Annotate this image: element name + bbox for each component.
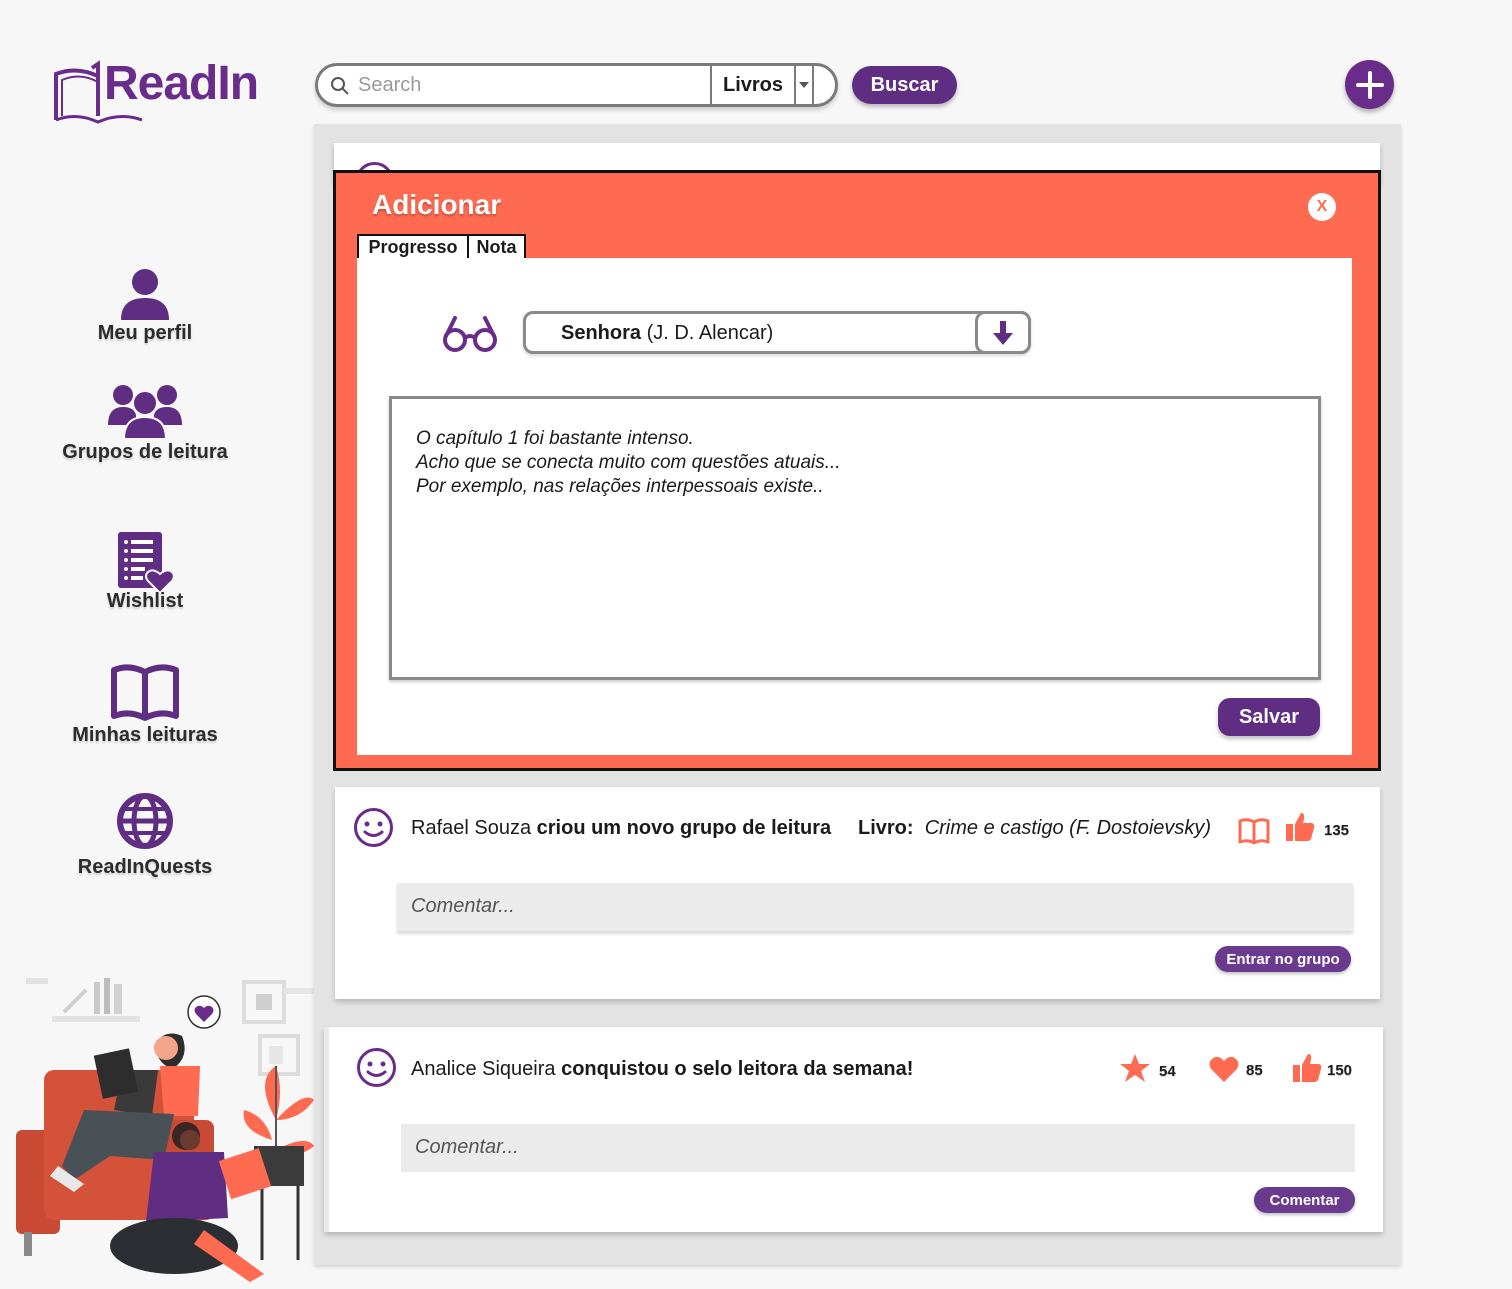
glasses-icon	[443, 316, 497, 352]
save-button[interactable]: Salvar	[1218, 698, 1320, 736]
star-icon[interactable]	[1119, 1053, 1151, 1083]
post-user[interactable]: Analice Siqueira	[411, 1058, 556, 1080]
like-count: 135	[1324, 822, 1350, 839]
sidebar-item-label: Wishlist	[106, 590, 184, 612]
book-select[interactable]: Senhora (J. D. Alencar)	[523, 311, 1031, 354]
tab-nota[interactable]: Nota	[467, 234, 526, 261]
user-icon	[121, 269, 169, 320]
smiley-avatar-icon[interactable]	[356, 1047, 397, 1088]
comment-input[interactable]: Comentar...	[401, 1124, 1355, 1172]
globe-icon	[117, 793, 173, 849]
comment-input[interactable]: Comentar...	[397, 883, 1353, 931]
post-action: conquistou o selo leitora da semana!	[561, 1058, 914, 1080]
sidebar-item-label: ReadInQuests	[77, 856, 213, 878]
heart-icon[interactable]	[1209, 1055, 1239, 1083]
thumbs-up-icon[interactable]	[1284, 811, 1316, 843]
sidebar-item-label: Minhas leituras	[72, 724, 218, 746]
wishlist-icon	[118, 532, 175, 594]
search-button[interactable]: Buscar	[852, 66, 957, 104]
book-author: (J. D. Alencar)	[646, 322, 774, 344]
group-icon	[108, 385, 182, 439]
arrow-down-icon	[993, 320, 1013, 345]
reading-people-illustration	[16, 978, 314, 1282]
sidebar-item-grupos-de-leitura[interactable]: Grupos de leitura	[30, 381, 260, 464]
open-book-icon[interactable]	[1238, 817, 1270, 845]
sidebar-item-meu-perfil[interactable]: Meu perfil	[30, 266, 260, 345]
post-user[interactable]: Rafael Souza	[411, 817, 531, 839]
like-count: 150	[1327, 1062, 1353, 1079]
sidebar-item-label: Grupos de leitura	[62, 441, 228, 463]
add-button[interactable]	[1345, 60, 1394, 109]
search-input[interactable]	[358, 70, 708, 100]
book-name[interactable]: Crime e castigo (F. Dostoievsky)	[925, 817, 1211, 839]
book-label: Livro:	[858, 817, 914, 839]
chevron-down-icon[interactable]	[794, 63, 814, 107]
feed-post: Rafael Souza criou um novo grupo de leit…	[335, 787, 1380, 999]
search-bar: Livros	[315, 63, 838, 107]
book-title: Senhora	[561, 322, 642, 344]
selected-book: Senhora (J. D. Alencar)	[561, 322, 773, 345]
post-action: criou um novo grupo de leitura	[536, 817, 832, 839]
post-book: Livro: Crime e castigo (F. Dostoievsky)	[858, 817, 1211, 840]
readin-logo[interactable]: ReadIn	[52, 57, 262, 130]
dropdown-arrow-button[interactable]	[975, 311, 1031, 354]
modal-body: Senhora (J. D. Alencar) O capítulo 1 foi…	[357, 258, 1352, 755]
note-line: Acho que se conecta muito com questões a…	[416, 452, 841, 473]
plus-icon	[1355, 70, 1384, 99]
sidebar-item-readinquests[interactable]: ReadInQuests	[30, 792, 260, 879]
brand-name: ReadIn	[104, 57, 259, 110]
comment-button[interactable]: Comentar	[1254, 1187, 1355, 1213]
note-line: O capítulo 1 foi bastante intenso.	[416, 428, 694, 449]
join-group-button[interactable]: Entrar no grupo	[1215, 946, 1351, 972]
note-textarea[interactable]: O capítulo 1 foi bastante intenso. Acho …	[389, 396, 1321, 680]
heart-count: 85	[1246, 1062, 1263, 1079]
open-book-icon	[111, 664, 179, 721]
sidebar-item-wishlist[interactable]: Wishlist	[30, 530, 260, 613]
post-text: Rafael Souza criou um novo grupo de leit…	[411, 817, 831, 840]
feed-post: Analice Siqueira conquistou o selo leito…	[324, 1027, 1383, 1232]
search-icon	[331, 77, 349, 95]
star-count: 54	[1159, 1063, 1176, 1080]
close-button[interactable]: X	[1308, 193, 1336, 221]
tab-progresso[interactable]: Progresso	[357, 234, 469, 261]
search-category-select[interactable]: Livros	[710, 63, 794, 107]
note-line: Por exemplo, nas relações interpessoais …	[416, 476, 824, 497]
modal-title: Adicionar	[372, 189, 502, 220]
sidebar-item-label: Meu perfil	[97, 322, 193, 344]
sidebar-item-minhas-leituras[interactable]: Minhas leituras	[30, 664, 260, 747]
thumbs-up-icon[interactable]	[1291, 1052, 1323, 1084]
smiley-avatar-icon[interactable]	[353, 807, 394, 848]
post-text: Analice Siqueira conquistou o selo leito…	[411, 1058, 913, 1081]
add-note-modal: Adicionar X Progresso Nota Senhora (J. D…	[333, 170, 1381, 771]
